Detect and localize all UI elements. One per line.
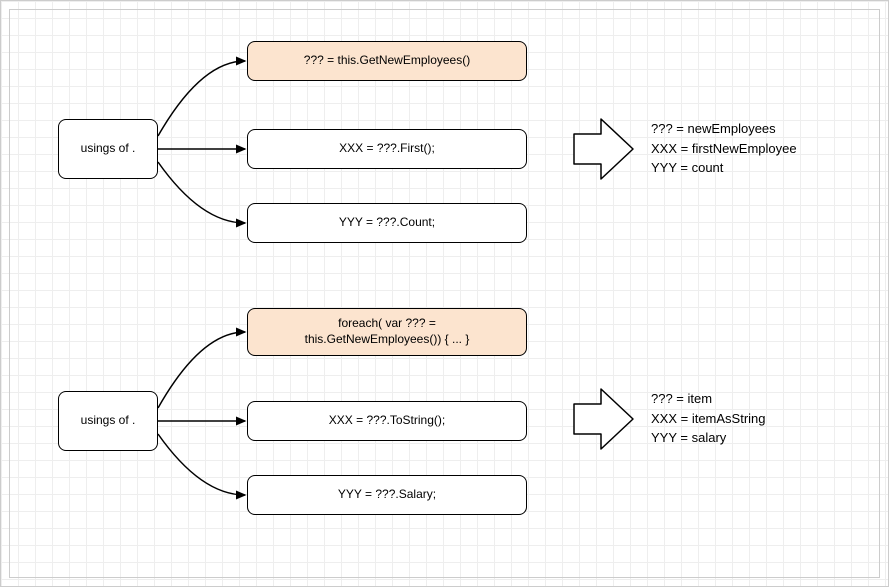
result-text-2: ??? = item XXX = itemAsString YYY = sala… bbox=[651, 389, 766, 448]
result-text-1: ??? = newEmployees XXX = firstNewEmploye… bbox=[651, 119, 797, 178]
source-box-1: usings of . bbox=[58, 119, 158, 179]
target-box-2c: YYY = ???.Salary; bbox=[247, 475, 527, 515]
target-box-1b: XXX = ???.First(); bbox=[247, 129, 527, 169]
target-box-2a: foreach( var ??? = this.GetNewEmployees(… bbox=[247, 308, 527, 356]
diagram-canvas: usings of . ??? = this.GetNewEmployees()… bbox=[0, 0, 889, 587]
target-box-2b: XXX = ???.ToString(); bbox=[247, 401, 527, 441]
target-box-1a: ??? = this.GetNewEmployees() bbox=[247, 41, 527, 81]
source-box-2: usings of . bbox=[58, 391, 158, 451]
target-box-1c: YYY = ???.Count; bbox=[247, 203, 527, 243]
